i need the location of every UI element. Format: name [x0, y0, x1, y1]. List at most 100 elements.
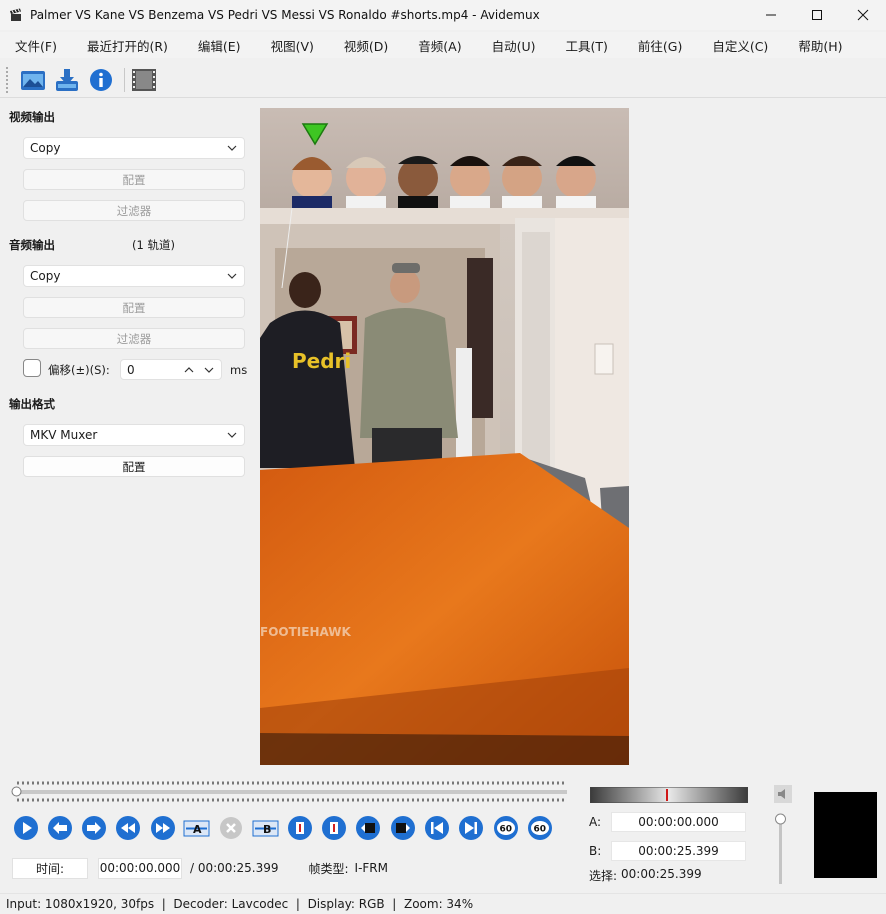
status-display: Display: RGB: [307, 897, 385, 911]
svg-text:60: 60: [499, 825, 512, 835]
chevron-down-icon: [227, 432, 237, 438]
next-frame-button[interactable]: [81, 815, 108, 842]
back-60-button[interactable]: 60: [492, 815, 519, 842]
menu-file[interactable]: 文件(F): [0, 36, 72, 55]
menu-tools[interactable]: 工具(T): [550, 36, 622, 55]
previous-keyframe-icon: [356, 816, 381, 840]
volume-button[interactable]: [773, 784, 793, 804]
watermark-text: FOOTIEHAWK: [260, 625, 351, 639]
fast-forward-icon: [150, 816, 175, 840]
menu-recent[interactable]: 最近打开的(R): [72, 36, 183, 55]
save-video-button[interactable]: [52, 65, 82, 95]
selection-label: 选择:: [589, 869, 618, 883]
open-video-icon: [21, 70, 45, 90]
window-title: Palmer VS Kane VS Benzema VS Pedri VS Me…: [30, 8, 540, 22]
chevron-down-icon: [227, 273, 237, 279]
video-preview: Pedri FOOTIEHAWK: [260, 108, 629, 765]
toolbar-grip[interactable]: [6, 66, 10, 93]
menu-audio[interactable]: 音频(A): [403, 36, 476, 55]
goto-marker-b-icon: [322, 816, 347, 840]
back-60-icon: 60: [493, 816, 518, 840]
status-bar: Input: 1080x1920, 30fps | Decoder: Lavco…: [0, 893, 886, 914]
marker-b-field[interactable]: 00:00:25.399: [611, 841, 746, 861]
set-marker-a-icon: A: [183, 820, 210, 837]
rewind-button[interactable]: [115, 815, 142, 842]
muxer-select[interactable]: MKV Muxer: [23, 424, 245, 446]
play-button[interactable]: [12, 815, 39, 842]
svg-text:60: 60: [533, 825, 546, 835]
muxer-configure-button[interactable]: 配置: [23, 456, 245, 477]
fast-forward-button[interactable]: [149, 815, 176, 842]
svg-text:B: B: [263, 823, 271, 836]
menu-help[interactable]: 帮助(H): [783, 36, 857, 55]
next-frame-icon: [82, 816, 107, 840]
minimize-icon: [766, 14, 776, 16]
next-keyframe-icon: [390, 816, 415, 840]
audio-filters-button[interactable]: 过滤器: [23, 328, 245, 349]
menu-go[interactable]: 前往(G): [623, 36, 697, 55]
navigation-preview: [814, 792, 877, 878]
video-codec-select[interactable]: Copy: [23, 137, 245, 159]
timeline-track: [17, 781, 567, 802]
status-separator: |: [384, 897, 404, 911]
audio-output-label: 音频输出: [9, 238, 55, 252]
main-toolbar: [0, 62, 886, 98]
status-zoom: Zoom: 34%: [403, 897, 474, 911]
audio-shift-label: 偏移(±)(S):: [48, 363, 110, 377]
set-marker-b-button[interactable]: B: [252, 815, 279, 842]
selection-duration: 00:00:25.399: [621, 867, 702, 881]
timeline-slider[interactable]: [11, 779, 569, 803]
forward-60-button[interactable]: 60: [526, 815, 553, 842]
audio-shift-spinbox[interactable]: 0: [120, 359, 222, 380]
previous-keyframe-button[interactable]: [355, 815, 382, 842]
svg-text:A: A: [193, 823, 202, 836]
chevron-down-icon[interactable]: [203, 363, 215, 377]
timeline-handle[interactable]: [11, 786, 22, 797]
menu-view[interactable]: 视图(V): [256, 36, 329, 55]
goto-end-icon: [459, 816, 484, 840]
set-marker-b-icon: B: [252, 820, 279, 837]
rewind-icon: [116, 816, 141, 840]
audio-shift-checkbox[interactable]: [23, 359, 41, 377]
close-icon: [857, 9, 869, 21]
transport-controls: A B 60 60: [12, 814, 561, 842]
goto-end-button[interactable]: [458, 815, 485, 842]
menu-video[interactable]: 视频(D): [329, 36, 403, 55]
maximize-button[interactable]: [794, 0, 840, 30]
close-button[interactable]: [840, 0, 886, 30]
video-configure-button[interactable]: 配置: [23, 169, 245, 190]
previous-frame-button[interactable]: [46, 815, 73, 842]
audio-codec-select[interactable]: Copy: [23, 265, 245, 287]
film-properties-button[interactable]: [129, 65, 159, 95]
marker-a-field[interactable]: 00:00:00.000: [611, 812, 746, 832]
previous-frame-icon: [47, 816, 72, 840]
next-keyframe-button[interactable]: [389, 815, 416, 842]
audio-configure-button[interactable]: 配置: [23, 297, 245, 318]
minimize-button[interactable]: [748, 0, 794, 30]
goto-start-button[interactable]: [424, 815, 451, 842]
chevron-down-icon: [227, 145, 237, 151]
volume-track: [775, 813, 786, 884]
goto-marker-b-button[interactable]: [321, 815, 348, 842]
menu-edit[interactable]: 编辑(E): [183, 36, 256, 55]
info-button[interactable]: [86, 65, 116, 95]
set-marker-a-button[interactable]: A: [183, 815, 210, 842]
video-output-label: 视频输出: [9, 110, 55, 124]
toolbar-separator: [124, 67, 125, 92]
total-time: / 00:00:25.399: [190, 861, 279, 875]
open-video-button[interactable]: [18, 65, 48, 95]
current-time-field[interactable]: 00:00:00.000: [98, 857, 182, 879]
forward-60-icon: 60: [527, 816, 552, 840]
selection-panel: A: 00:00:00.000 B: 00:00:25.399 选择: 00:0…: [588, 785, 758, 885]
chevron-up-icon[interactable]: [183, 363, 195, 377]
volume-slider[interactable]: [773, 812, 789, 886]
muxer-value: MKV Muxer: [30, 428, 98, 442]
goto-marker-a-button[interactable]: [286, 815, 313, 842]
marker-a-label: A:: [589, 815, 602, 829]
delete-button[interactable]: [218, 815, 245, 842]
video-filters-button[interactable]: 过滤器: [23, 200, 245, 221]
menu-custom[interactable]: 自定义(C): [697, 36, 783, 55]
menu-auto[interactable]: 自动(U): [477, 36, 551, 55]
frame-type-value: I-FRM: [354, 861, 388, 875]
shirt-text: Pedri: [292, 349, 351, 373]
